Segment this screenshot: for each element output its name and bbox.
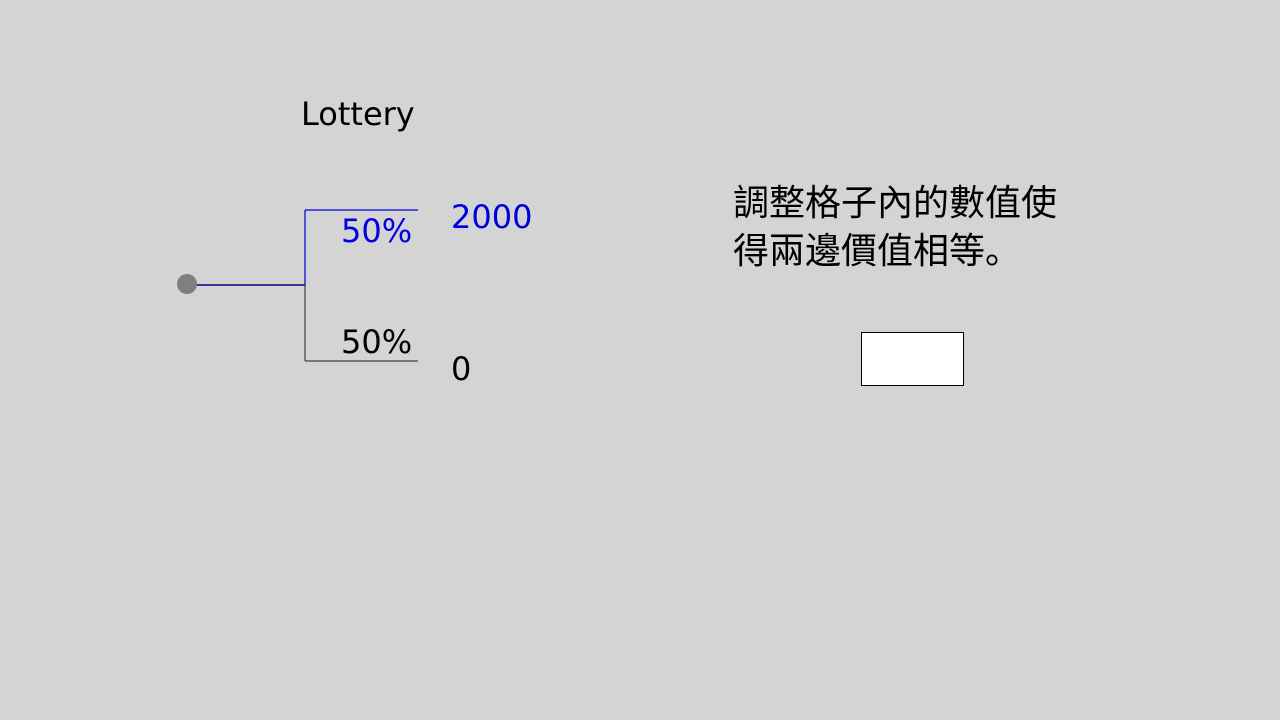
instruction-line-2: 得兩邊價值相等。	[733, 231, 1022, 272]
instruction-text: 調整格子內的數值使 得兩邊價值相等。	[733, 180, 1093, 276]
lottery-title: Lottery	[301, 95, 415, 133]
lower-branch-outcome: 0	[451, 350, 472, 388]
upper-branch-outcome: 2000	[451, 198, 533, 236]
slide-canvas: Lottery 50% 50% 2000 0 調整格子內的數值使 得兩邊價值相等…	[0, 0, 1280, 720]
instruction-line-1: 調整格子內的數值使	[733, 183, 1058, 224]
decision-tree	[177, 209, 418, 362]
tree-root-node	[177, 274, 197, 294]
certainty-equivalent-input[interactable]	[861, 332, 964, 386]
lower-branch-probability: 50%	[341, 323, 413, 361]
upper-branch-probability: 50%	[341, 212, 413, 250]
